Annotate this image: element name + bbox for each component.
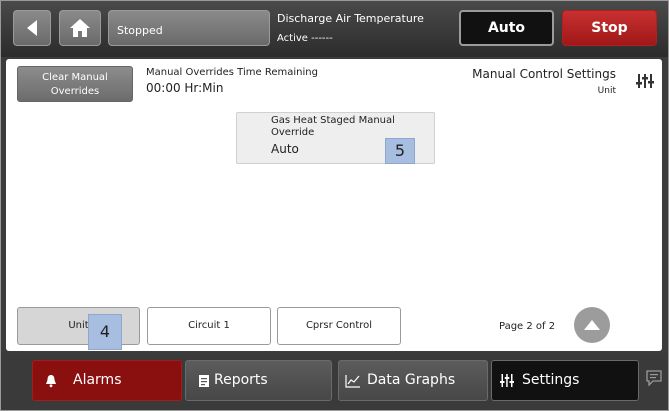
data-graphs-label: Data Graphs bbox=[367, 372, 456, 388]
tab-circuit-1[interactable]: Circuit 1 bbox=[147, 307, 271, 345]
callout-badge: 4 bbox=[88, 314, 122, 350]
alarms-button[interactable]: Alarms bbox=[32, 360, 182, 401]
override-time-title: Manual Overrides Time Remaining bbox=[146, 67, 318, 78]
back-icon bbox=[27, 20, 37, 36]
settings-sliders-icon bbox=[500, 374, 514, 387]
settings-button[interactable]: Settings bbox=[491, 360, 639, 401]
arrow-up-icon bbox=[584, 320, 600, 330]
gas-heat-override-value: Auto bbox=[271, 142, 299, 156]
clear-manual-overrides-button[interactable]: Clear Manual Overrides bbox=[17, 66, 133, 102]
data-graphs-button[interactable]: Data Graphs bbox=[338, 360, 488, 401]
gas-heat-override-card[interactable]: Gas Heat Staged Manual Override Auto 5 bbox=[236, 112, 435, 164]
auto-button[interactable]: Auto bbox=[459, 10, 554, 46]
gas-heat-override-label: Gas Heat Staged Manual Override bbox=[271, 115, 395, 138]
page-subtitle: Unit bbox=[597, 86, 616, 96]
page-indicator: Page 2 of 2 bbox=[499, 321, 556, 332]
top-bar: Stopped Discharge Air Temperature Active… bbox=[1, 1, 668, 57]
settings-sliders-icon[interactable] bbox=[636, 73, 654, 89]
back-button[interactable] bbox=[13, 10, 51, 46]
graph-icon bbox=[345, 375, 360, 388]
override-time-value: 00:00 Hr:Min bbox=[146, 81, 224, 95]
home-button[interactable] bbox=[59, 10, 101, 46]
page-up-button[interactable] bbox=[574, 307, 610, 343]
reports-label: Reports bbox=[214, 372, 268, 388]
reports-button[interactable]: Reports bbox=[185, 360, 332, 401]
bottom-nav: Alarms Reports Data Graphs Settings bbox=[1, 353, 668, 410]
page-title: Manual Control Settings bbox=[472, 67, 616, 81]
tab-unit-label: Unit bbox=[68, 320, 89, 331]
chat-icon[interactable] bbox=[646, 370, 662, 386]
discharge-air-temp-label: Discharge Air Temperature bbox=[277, 12, 424, 25]
discharge-air-temp-status: Active ------ bbox=[277, 33, 333, 44]
tab-cprsr-control-label: Cprsr Control bbox=[305, 320, 373, 331]
settings-label: Settings bbox=[522, 372, 580, 388]
alarms-label: Alarms bbox=[73, 372, 122, 388]
callout-badge: 5 bbox=[385, 138, 415, 164]
tab-circuit-1-label: Circuit 1 bbox=[188, 320, 230, 331]
tab-cprsr-control[interactable]: Cprsr Control bbox=[277, 307, 401, 345]
bell-icon bbox=[46, 375, 56, 388]
unit-status[interactable]: Stopped bbox=[108, 10, 270, 46]
report-icon bbox=[199, 375, 209, 387]
home-icon bbox=[70, 19, 90, 37]
app-frame: Stopped Discharge Air Temperature Active… bbox=[0, 0, 669, 411]
stop-button[interactable]: Stop bbox=[562, 10, 657, 46]
main-content: Clear Manual Overrides Manual Overrides … bbox=[6, 59, 662, 351]
